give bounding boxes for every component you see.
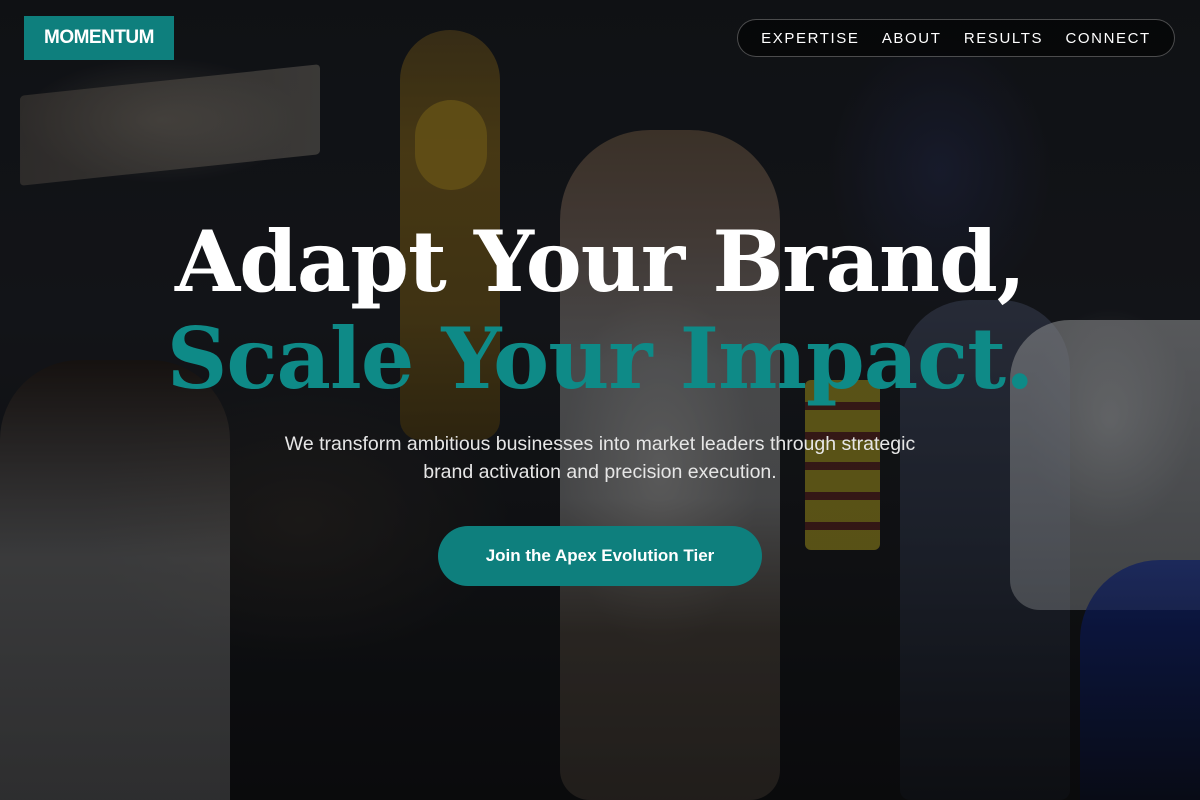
hero-headline: Adapt Your Brand, Scale Your Impact. [0, 212, 1200, 406]
nav-link-results[interactable]: RESULTS [964, 30, 1043, 47]
brand-logo[interactable]: MOMENTUM [24, 16, 174, 60]
nav-link-about[interactable]: ABOUT [882, 30, 942, 47]
nav-link-connect[interactable]: CONNECT [1065, 30, 1150, 47]
nav-link-expertise[interactable]: EXPERTISE [761, 30, 859, 47]
headline-line-1: Adapt Your Brand, [174, 212, 1026, 311]
hero-subtitle: We transform ambitious businesses into m… [284, 433, 916, 483]
headline-line-2: Scale Your Impact. [166, 309, 1035, 408]
join-tier-button[interactable]: Join the Apex Evolution Tier [438, 526, 762, 586]
main-nav: EXPERTISE ABOUT RESULTS CONNECT [737, 19, 1175, 57]
hero-section: MOMENTUM EXPERTISE ABOUT RESULTS CONNECT… [0, 0, 1200, 800]
